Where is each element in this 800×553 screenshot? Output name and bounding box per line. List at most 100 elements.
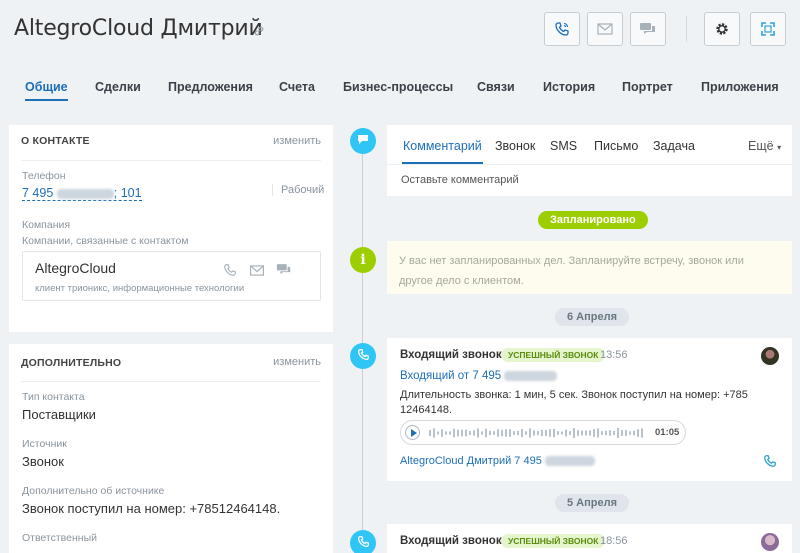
editor-tab-call[interactable]: Звонок [495, 139, 535, 153]
tab-portrait[interactable]: Портрет [622, 80, 673, 94]
call-entry: Входящий звонок УСПЕШНЫЙ ЗВОНОК 18:56 [387, 524, 792, 553]
editor-tab-comment[interactable]: Комментарий [402, 139, 483, 164]
company-label: Компания [22, 219, 71, 231]
tab-business-processes[interactable]: Бизнес-процессы [343, 80, 453, 94]
field-label: Дополнительно об источнике [22, 485, 165, 497]
info-dot: i [350, 247, 376, 273]
chat-button[interactable] [630, 12, 666, 46]
phone-type: Рабочий [272, 184, 324, 196]
status-badge-text: УСПЕШНЫЙ ЗВОНОК [501, 533, 606, 548]
tab-deals[interactable]: Сделки [95, 80, 141, 94]
info-icon: i [360, 252, 366, 268]
envelope-icon [597, 23, 613, 35]
planned-empty-text: У вас нет запланированных дел. Запланиру… [399, 255, 744, 287]
call-contact-masked: 000-00-00 [544, 456, 596, 467]
waveform-icon [429, 428, 643, 438]
phone-label: Телефон [22, 170, 66, 182]
planned-empty-note: У вас нет запланированных дел. Запланиру… [387, 241, 792, 294]
editor-tab-task[interactable]: Задача [653, 139, 695, 153]
company-sub-label: Компании, связанные с контактом [22, 235, 189, 247]
avatar[interactable] [761, 347, 779, 365]
additional-edit-link[interactable]: изменить [273, 356, 321, 368]
chevron-down-icon: ▾ [777, 143, 782, 152]
header-divider [686, 16, 687, 42]
tab-applications[interactable]: Приложения [701, 80, 779, 94]
phone-value[interactable]: 7 495 000-00-00; 101 [22, 186, 142, 201]
email-button[interactable] [587, 12, 623, 46]
field-label: Источник [22, 438, 67, 450]
page-title: AltegroCloud Дмитрий [14, 16, 263, 41]
call-time: 13:56 [600, 349, 628, 361]
call-title: Входящий звонок [400, 349, 502, 361]
tab-quotes[interactable]: Предложения [168, 80, 253, 94]
company-item[interactable]: AltegroCloud клиент трионикс, информацио… [22, 251, 321, 301]
divider [387, 164, 792, 165]
call-status-badge: УСПЕШНЫЙ ЗВОНОК [501, 533, 606, 548]
call-contact-link[interactable]: AltegroCloud Дмитрий 7 495 000-00-00 [400, 455, 596, 467]
settings-button[interactable] [704, 12, 740, 46]
avatar[interactable] [761, 533, 779, 551]
gear-icon [714, 21, 730, 37]
activity-editor: Комментарий Звонок SMS Письмо Задача Ещё… [387, 125, 792, 196]
call-dot [350, 343, 376, 369]
audio-player[interactable]: 01:05 [400, 420, 686, 445]
call-time: 18:56 [600, 535, 628, 547]
tab-history[interactable]: История [543, 80, 595, 94]
editor-tab-sms[interactable]: SMS [550, 139, 577, 153]
phone-icon [357, 535, 370, 551]
status-badge-text: УСПЕШНЫЙ ЗВОНОК [501, 347, 606, 362]
contact-card: О КОНТАКТЕ изменить Телефон 7 495 000-00… [9, 125, 333, 332]
phone-icon [554, 21, 570, 37]
company-description: клиент трионикс, информационные технолог… [35, 283, 245, 294]
divider [21, 381, 321, 382]
main-tabs: Общие Сделки Предложения Счета Бизнес-пр… [0, 70, 800, 110]
call-link-text: Входящий от 7 495 [400, 370, 502, 382]
field-value: Звонок [22, 454, 64, 469]
field-label: Тип контакта [22, 391, 85, 403]
date-separator: 5 Апреля [555, 494, 630, 512]
tab-relations[interactable]: Связи [477, 80, 515, 94]
field-value: Поставщики [22, 407, 96, 422]
call-link-masked: 000-00-00 [504, 370, 557, 381]
comment-input[interactable]: Оставьте комментарий [401, 174, 519, 186]
company-name[interactable]: AltegroCloud [35, 260, 116, 276]
phone-icon [357, 348, 370, 364]
player-duration: 01:05 [655, 427, 680, 438]
field-value: Звонок поступил на номер: +78512464148. [22, 501, 281, 516]
call-source-link[interactable]: Входящий от 7 495 000-00-00 [400, 370, 557, 382]
fullscreen-button[interactable] [750, 12, 786, 46]
additional-card-title: ДОПОЛНИТЕЛЬНО [21, 357, 122, 369]
planned-badge: Запланировано [538, 211, 648, 229]
call-entry: Входящий звонок УСПЕШНЫЙ ЗВОНОК 13:56 Вх… [387, 338, 792, 481]
comment-icon [357, 134, 369, 148]
call-duration: Длительность звонка: 1 мин, 5 сек. Звоно… [400, 389, 748, 416]
editor-more-label: Ещё [748, 139, 774, 153]
play-icon[interactable] [405, 425, 420, 440]
company-chat-icon[interactable] [276, 263, 292, 279]
contact-card-title: О КОНТАКТЕ [21, 135, 90, 147]
divider [21, 160, 321, 161]
editor-tab-email[interactable]: Письмо [594, 139, 638, 153]
additional-card: ДОПОЛНИТЕЛЬНО изменить Тип контакта Пост… [9, 344, 333, 553]
phone-suffix: ; 101 [113, 186, 142, 200]
expand-icon [760, 21, 776, 37]
callback-icon[interactable] [763, 454, 777, 471]
call-title: Входящий звонок [400, 535, 502, 547]
date-separator: 6 Апреля [555, 308, 630, 326]
call-status-badge: УСПЕШНЫЙ ЗВОНОК [501, 347, 606, 362]
tab-general[interactable]: Общие [25, 80, 68, 101]
company-envelope-icon[interactable] [249, 265, 265, 279]
call-contact-text: AltegroCloud Дмитрий 7 495 [400, 455, 542, 467]
editor-more[interactable]: Ещё ▾ [748, 139, 781, 153]
chat-icon [639, 22, 657, 36]
link-icon[interactable] [253, 24, 265, 40]
call-dot [350, 530, 376, 553]
phone-prefix: 7 495 [22, 186, 54, 200]
company-phone-icon[interactable] [223, 263, 237, 280]
phone-masked: 000-00-00 [56, 188, 114, 199]
field-label: Ответственный [22, 532, 97, 544]
comment-dot [350, 128, 376, 154]
tab-invoices[interactable]: Счета [279, 80, 315, 94]
call-button[interactable] [544, 12, 580, 46]
contact-edit-link[interactable]: изменить [273, 135, 321, 147]
